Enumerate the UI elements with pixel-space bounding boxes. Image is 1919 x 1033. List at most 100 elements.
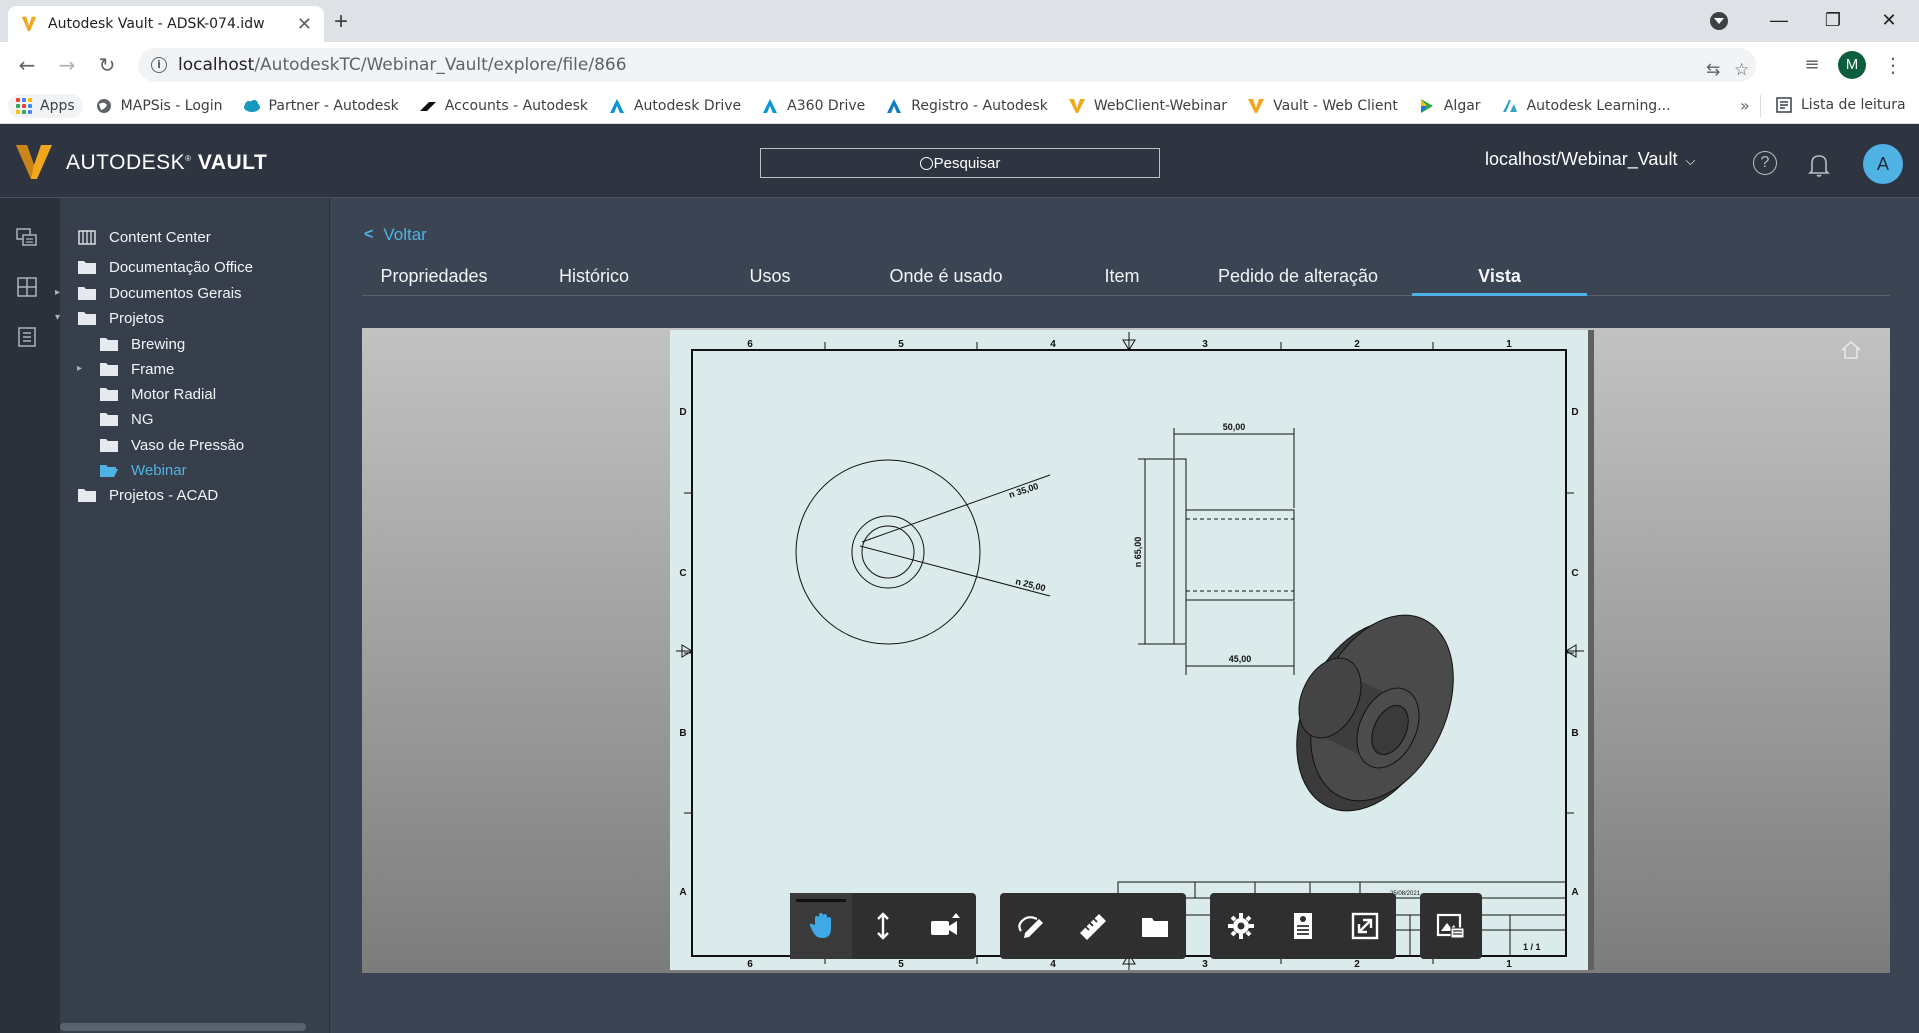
server-selector[interactable]: localhost/Webinar_Vault ⌵ (1485, 149, 1695, 170)
fullscreen-tool-button[interactable] (1334, 893, 1396, 959)
bookmark-partner-autodesk[interactable]: Partner - Autodesk (243, 97, 399, 115)
tree-item-webinar[interactable]: Webinar (99, 458, 187, 482)
vault-logo-icon[interactable] (14, 142, 54, 182)
bookmark-algar[interactable]: Algar (1418, 97, 1481, 115)
media-queue-icon[interactable]: ≡ (1797, 50, 1827, 80)
zone-letter: B (1571, 728, 1578, 739)
reading-list-icon (1776, 97, 1792, 113)
measure-tool-button[interactable] (1062, 893, 1124, 959)
bookmarks-bar: Apps MAPSis - Login Partner - Autodesk A… (0, 88, 1919, 124)
camera-tool-button[interactable] (914, 893, 976, 959)
tree-item-ng[interactable]: NG (99, 407, 154, 431)
expand-down-icon[interactable]: ▾ (55, 312, 60, 323)
bookmark-label: Autodesk Drive (633, 97, 742, 114)
tab-pedido-de-alteracao[interactable]: Pedido de alteração (1210, 260, 1386, 296)
vault-v-icon (1068, 98, 1085, 113)
tree-item-label: NG (131, 410, 154, 428)
help-icon[interactable]: ? (1753, 151, 1777, 175)
user-avatar[interactable]: A (1863, 144, 1903, 184)
restore-button[interactable]: ❐ (1806, 0, 1860, 42)
tree-item-label: Brewing (131, 335, 186, 353)
zone-letter: D (679, 407, 686, 418)
autodesk-a-icon (763, 98, 778, 113)
bookmark-vault-web-client[interactable]: Vault - Web Client (1247, 97, 1398, 115)
markup-tool-button[interactable] (1000, 893, 1062, 959)
bookmark-mapsis[interactable]: MAPSis - Login (95, 97, 223, 115)
image-export-tool-button[interactable] (1420, 893, 1482, 959)
tree-item-projetos-acad[interactable]: Projetos - ACAD (77, 483, 218, 507)
tree-item-frame[interactable]: ▸ Frame (77, 357, 174, 381)
vault-header: AUTODESK® VAULT Pesquisar localhost/Webi… (0, 124, 1919, 198)
apps-grid-icon (16, 97, 32, 114)
reading-list-button[interactable]: Lista de leitura (1775, 96, 1906, 114)
reload-icon[interactable]: ↻ (92, 50, 122, 80)
close-window-button[interactable]: ✕ (1862, 0, 1916, 42)
bookmarks-divider (1760, 95, 1761, 117)
markup-toolbar (1000, 893, 1186, 959)
tree-item-projetos[interactable]: ▾ Projetos (55, 306, 164, 330)
settings-tool-button[interactable] (1210, 893, 1272, 959)
tab-propriedades[interactable]: Propriedades (362, 260, 506, 296)
change-orders-list-icon[interactable] (16, 326, 38, 348)
tab-historico[interactable]: Histórico (506, 260, 682, 296)
url-path: /AutodeskTC/Webinar_Vault/explore/file/8… (254, 55, 627, 75)
tree-item-motor-radial[interactable]: Motor Radial (99, 382, 216, 406)
bookmark-accounts-autodesk[interactable]: Accounts - Autodesk (419, 97, 588, 115)
minimize-button[interactable]: — (1752, 0, 1806, 42)
expand-right-icon[interactable]: ▸ (77, 363, 82, 374)
tree-item-documentos-gerais[interactable]: ▸ Documentos Gerais (55, 281, 242, 305)
image-export-icon (1436, 913, 1465, 939)
expand-right-icon[interactable]: ▸ (55, 287, 60, 298)
tree-horizontal-scrollbar[interactable] (60, 1023, 306, 1031)
bookmark-registro-autodesk[interactable]: Registro - Autodesk (885, 97, 1048, 115)
forward-arrow-icon[interactable]: → (52, 50, 82, 80)
explorer-icon[interactable] (16, 226, 38, 248)
tab-item[interactable]: Item (1034, 260, 1210, 296)
close-tab-icon[interactable]: ✕ (297, 14, 312, 35)
tree-item-vaso-de-press-o[interactable]: Vaso de Pressão (99, 433, 244, 457)
address-bar[interactable]: i localhost/AutodeskTC/Webinar_Vault/exp… (138, 48, 1756, 82)
bookmark-a360-drive[interactable]: A360 Drive (761, 97, 865, 115)
new-tab-button[interactable]: + (326, 8, 356, 38)
back-link[interactable]: < Voltar (364, 225, 427, 245)
tree-item-brewing[interactable]: Brewing (99, 332, 185, 356)
browser-tab[interactable]: Autodesk Vault - ADSK-074.idw ✕ (8, 6, 324, 42)
pan-tool-button[interactable] (790, 893, 852, 959)
tab-search-icon[interactable] (1710, 12, 1728, 30)
brand-name: VAULT (197, 151, 268, 174)
zone-number: 4 (1050, 339, 1056, 350)
tab-onde-e-usado[interactable]: Onde é usado (858, 260, 1034, 296)
url-host: localhost (178, 55, 255, 75)
tree-item-label: Documentação Office (109, 258, 253, 276)
drawing-sheet[interactable]: 6 5 4 3 2 1 6 5 4 3 2 1 D C B A D C B A … (670, 330, 1588, 970)
notification-bell-icon[interactable] (1807, 152, 1831, 178)
profile-avatar[interactable]: M (1838, 51, 1866, 79)
bookmark-autodesk-learning[interactable]: Autodesk Learning... (1501, 97, 1671, 115)
translate-icon[interactable]: ⇆ (1706, 60, 1720, 80)
fullscreen-icon (1351, 912, 1379, 940)
bookmark-star-icon[interactable]: ☆ (1734, 60, 1749, 80)
tab-vista[interactable]: Vista (1412, 260, 1587, 296)
home-view-icon[interactable] (1840, 340, 1862, 360)
site-info-icon[interactable]: i (151, 57, 167, 73)
sheets-tool-button[interactable] (1124, 893, 1186, 959)
properties-tool-button[interactable] (1272, 893, 1334, 959)
vault-search-input[interactable]: Pesquisar (760, 148, 1160, 178)
bookmark-autodesk-drive[interactable]: Autodesk Drive (608, 97, 741, 115)
bookmark-webclient-webinar[interactable]: WebClient-Webinar (1068, 97, 1227, 115)
tree-item-content-center[interactable]: Content Center (77, 225, 211, 249)
folder-tree: Content Center Documentação Office ▸ Docume… (55, 198, 330, 1033)
tree-item-label: Documentos Gerais (109, 284, 242, 302)
zoom-tool-button[interactable] (852, 893, 914, 959)
tree-item-label: Motor Radial (131, 385, 217, 403)
more-bookmarks-icon[interactable]: » (1740, 96, 1750, 115)
drawing-viewer[interactable]: 6 5 4 3 2 1 6 5 4 3 2 1 D C B A D C B A … (362, 328, 1890, 973)
bookmark-label: MAPSis - Login (120, 97, 223, 114)
back-arrow-icon[interactable]: ← (12, 50, 42, 80)
tab-usos[interactable]: Usos (682, 260, 858, 296)
tree-item-documenta-o-office[interactable]: Documentação Office (77, 255, 253, 279)
items-grid-icon[interactable] (16, 276, 38, 298)
bookmark-apps[interactable]: Apps (8, 93, 83, 118)
bookmark-label: Apps (40, 97, 75, 114)
browser-menu-icon[interactable]: ⋮ (1878, 50, 1908, 80)
